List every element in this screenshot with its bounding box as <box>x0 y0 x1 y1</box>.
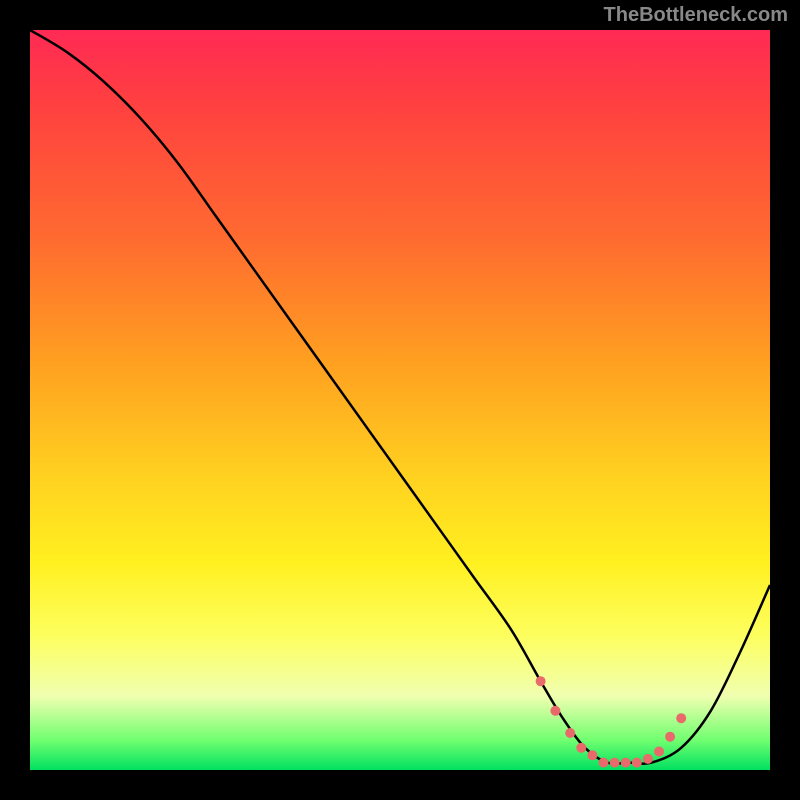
bottleneck-curve-path <box>30 30 770 764</box>
optimal-dot <box>676 713 686 723</box>
optimal-dot <box>654 747 664 757</box>
chart-plot-area <box>30 30 770 770</box>
optimal-dot <box>621 758 631 768</box>
optimal-dot <box>632 758 642 768</box>
optimal-dot <box>587 750 597 760</box>
optimal-dot <box>550 706 560 716</box>
bottleneck-curve-svg <box>30 30 770 770</box>
optimal-dot <box>536 676 546 686</box>
optimal-dot <box>665 732 675 742</box>
optimal-dot <box>576 743 586 753</box>
attribution-text: TheBottleneck.com <box>604 4 788 27</box>
optimal-dot <box>610 758 620 768</box>
optimal-dot <box>643 754 653 764</box>
optimal-dot <box>565 728 575 738</box>
optimal-dot <box>599 758 609 768</box>
optimal-range-dots <box>536 676 687 767</box>
